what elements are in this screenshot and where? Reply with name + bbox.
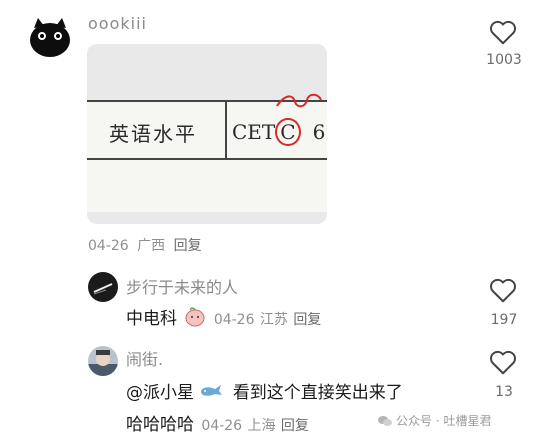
heart-outline-icon [490, 278, 516, 303]
red-scribble-icon [276, 93, 322, 108]
wechat-icon [378, 415, 392, 426]
value-circled: C [275, 118, 301, 146]
peach-face-emoji [184, 306, 206, 332]
reply-text: 看到这个直接笑出来了 [232, 383, 403, 403]
watermark-text: 公众号 · 吐槽星君 [396, 414, 492, 428]
comment-location: 广西 [137, 238, 166, 254]
watermark: 公众号 · 吐槽星君 [378, 412, 491, 429]
avatar[interactable] [88, 346, 118, 376]
comment-item: oookiii 英语水平 CET C 6 04-26 广西 回复 1003 [0, 0, 544, 260]
reply-item: 步行于未来的人 中电科 04-26 江苏 回复 197 [0, 262, 544, 338]
comment-image[interactable]: 英语水平 CET C 6 [87, 44, 327, 224]
like-count: 13 [495, 384, 513, 400]
like-button[interactable] [488, 276, 522, 308]
mention-link[interactable]: @派小星 [126, 383, 194, 403]
value-suffix: 6 [312, 120, 326, 144]
username[interactable]: 闹街. [126, 346, 163, 370]
reply-button[interactable]: 回复 [293, 312, 321, 328]
reply-body-line1: @派小星 看到这个直接笑出来了 [126, 378, 403, 405]
reply-item: 闹街. @派小星 看到这个直接笑出来了 哈哈哈哈 04-26 上海 回复 13 [0, 340, 544, 445]
pen-avatar-icon [93, 283, 113, 295]
heart-outline-icon [490, 20, 516, 45]
like-count: 197 [490, 312, 518, 328]
username[interactable]: oookiii [88, 14, 147, 33]
reply-body: 中电科 04-26 江苏 回复 [126, 304, 321, 332]
table-photo: 英语水平 CET C 6 [87, 93, 327, 212]
photo-avatar-icon [88, 350, 118, 376]
table-value: CET C 6 [232, 118, 325, 146]
avatar[interactable] [28, 16, 72, 58]
comment-meta: 04-26 广西 回复 [88, 235, 202, 255]
black-cat-avatar-icon [30, 18, 70, 57]
value-prefix: CET [232, 120, 276, 144]
avatar[interactable] [88, 272, 118, 302]
table-divider [225, 100, 227, 160]
comment-date: 04-26 [88, 238, 129, 254]
reply-text: 中电科 [126, 309, 177, 329]
table-line-bottom [87, 158, 327, 160]
username[interactable]: 步行于未来的人 [126, 274, 238, 298]
reply-button[interactable]: 回复 [174, 238, 202, 254]
reply-location: 江苏 [259, 312, 288, 328]
reply-button[interactable]: 回复 [281, 418, 309, 434]
table-label: 英语水平 [109, 122, 197, 146]
reply-location: 上海 [247, 418, 276, 434]
like-button[interactable] [488, 18, 522, 50]
reply-text-cont: 哈哈哈哈 [126, 415, 194, 435]
like-count: 1003 [486, 52, 522, 68]
whale-emoji [199, 382, 223, 405]
reply-date: 04-26 [213, 312, 255, 328]
like-button[interactable] [488, 348, 522, 380]
reply-body-line2: 哈哈哈哈 04-26 上海 回复 [126, 410, 309, 435]
heart-outline-icon [490, 350, 516, 375]
reply-date: 04-26 [201, 418, 243, 434]
